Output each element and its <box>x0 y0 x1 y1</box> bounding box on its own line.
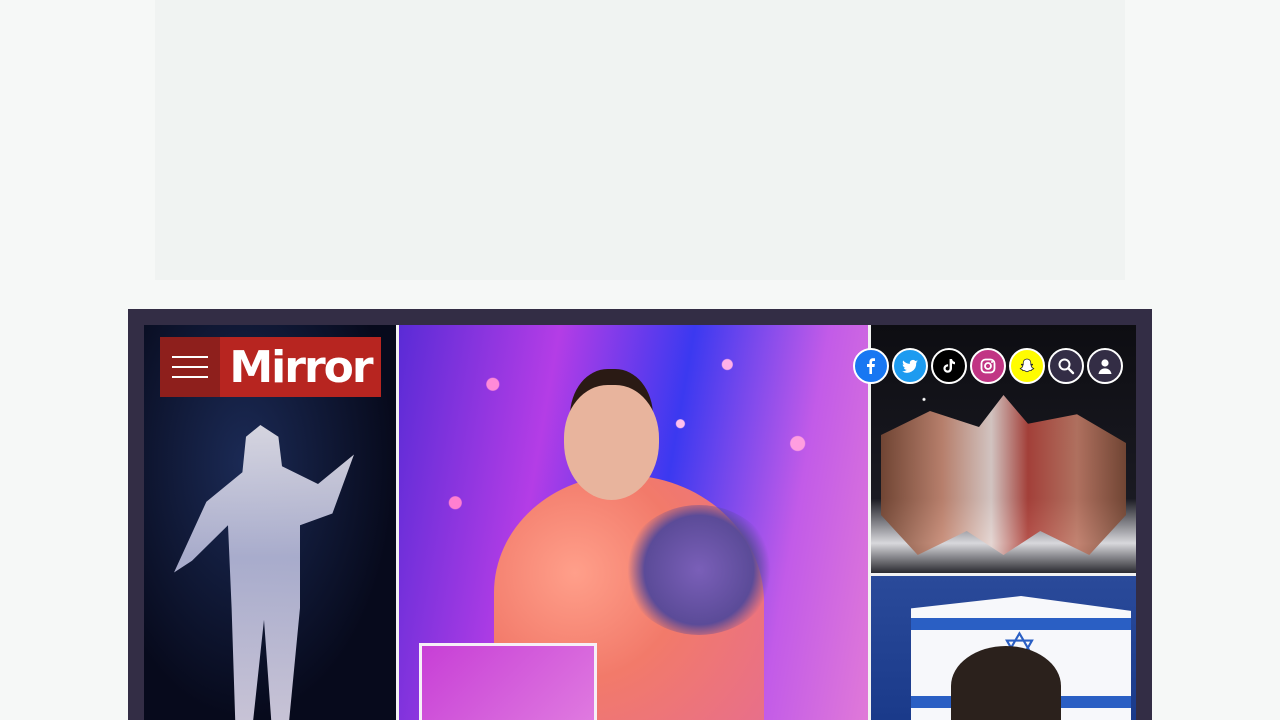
twitter-icon[interactable] <box>892 348 928 384</box>
collage-inset-photo <box>419 643 597 720</box>
singer-figure <box>951 646 1061 720</box>
performer-figure <box>174 425 354 720</box>
site-logo[interactable]: Mirror <box>220 337 381 397</box>
facebook-icon[interactable] <box>853 348 889 384</box>
search-icon[interactable] <box>1048 348 1084 384</box>
snapchat-icon[interactable] <box>1009 348 1045 384</box>
collage-panel-center <box>399 325 868 720</box>
advertisement-slot <box>155 0 1125 280</box>
menu-icon-line <box>172 366 208 368</box>
flower-bouquet <box>624 505 774 635</box>
menu-icon-line <box>172 376 208 378</box>
instagram-icon[interactable] <box>970 348 1006 384</box>
social-icon-bar <box>853 348 1123 384</box>
account-icon[interactable] <box>1087 348 1123 384</box>
site-masthead: Mirror <box>160 337 381 397</box>
tiktok-icon[interactable] <box>931 348 967 384</box>
hamburger-menu-button[interactable] <box>160 337 220 397</box>
performer-head <box>564 385 659 500</box>
collage-panel-bottom-right: ✡ <box>871 576 1136 720</box>
dancers-group <box>881 395 1126 555</box>
menu-icon-line <box>172 356 208 358</box>
